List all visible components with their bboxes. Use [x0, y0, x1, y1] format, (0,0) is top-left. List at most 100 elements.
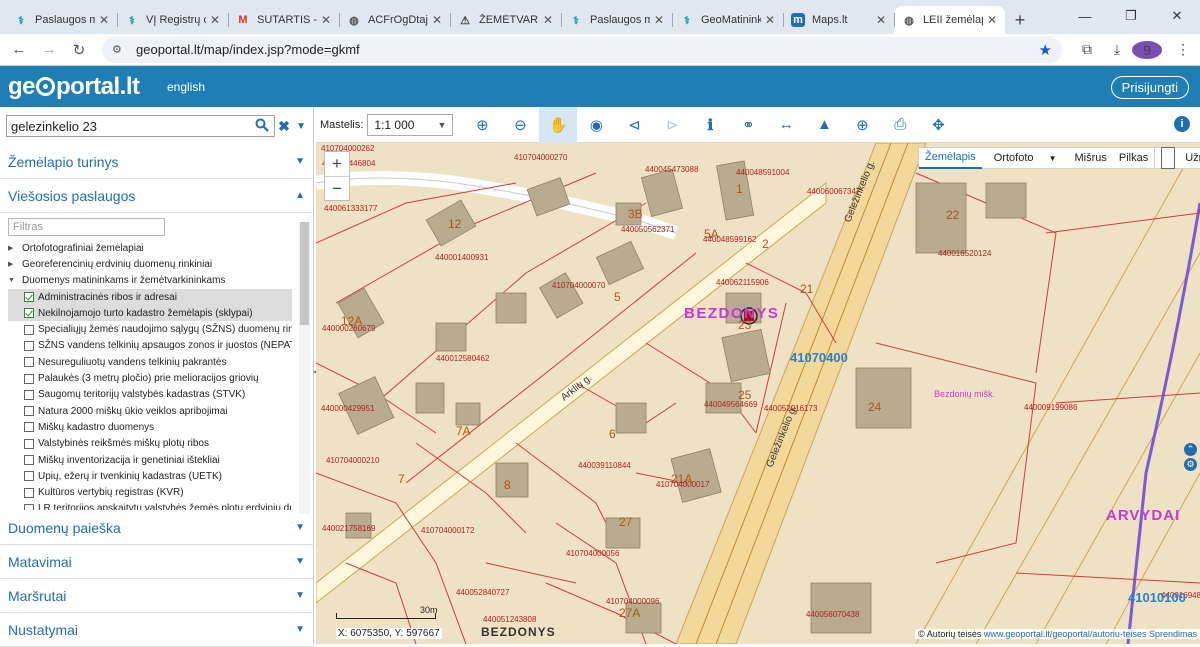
tree-scrollbar[interactable] — [299, 222, 310, 514]
profile-avatar[interactable]: 9 — [1132, 40, 1162, 59]
info-icon[interactable]: ℹ — [691, 107, 729, 143]
search-options-icon[interactable]: ▼ — [296, 121, 306, 132]
layer-tree-item[interactable]: Specialiųjų žemės naudojimo sąlygų (SŽNS… — [8, 321, 292, 337]
browser-tab[interactable]: ⚕ Paslaugos m ✕ — [561, 6, 672, 34]
layer-tree-item[interactable]: SŽNS vandens telkinių apsaugos zonos ir … — [8, 338, 292, 354]
back-icon[interactable]: ← — [4, 36, 34, 64]
globe-icon[interactable]: ◉ — [577, 107, 615, 143]
layer-checkbox[interactable] — [24, 308, 34, 319]
maximize-icon[interactable]: ❐ — [1108, 0, 1154, 32]
side-control-settings-icon[interactable]: ⚙ — [1184, 458, 1197, 471]
expanded-caret-icon[interactable]: ▼ — [8, 277, 22, 284]
print-icon[interactable]: ⎙ — [881, 107, 919, 143]
layer-tree-item[interactable]: Nekilnojamojo turto kadastro žemėlapis (… — [8, 305, 292, 322]
browser-tab[interactable]: ◍ LEII žemėlapi ✕ — [894, 6, 1005, 34]
close-tab-icon[interactable]: ✕ — [321, 13, 331, 27]
layer-tree-item[interactable]: Natura 2000 miškų ūkio veiklos apribojim… — [8, 403, 292, 419]
browser-tab[interactable]: ⚠ ŽEMĖTVARKC ✕ — [450, 6, 561, 34]
map-zoom-in-button[interactable]: + — [325, 152, 349, 176]
geoportal-logo[interactable]: ge portal.lt — [8, 73, 140, 101]
attribution-link-2[interactable]: Sprendimas — [1149, 629, 1197, 639]
pan-hand-icon[interactable]: ✋ — [539, 106, 578, 143]
browser-tab[interactable]: M SUTARTIS - g ✕ — [228, 6, 339, 34]
panel-section-header[interactable]: Nustatymai ▼ — [0, 613, 314, 647]
layer-checkbox[interactable] — [24, 455, 34, 465]
menu-dots-icon[interactable]: ⋮ — [1168, 41, 1198, 58]
close-tab-icon[interactable]: ✕ — [210, 13, 220, 27]
layer-tree-item[interactable]: Saugomų teritorijų valstybės kadastras (… — [8, 387, 292, 403]
panel-section-header[interactable]: Žemėlapio turinys ▼ — [0, 145, 314, 179]
layer-tree-item[interactable]: ▶ Ortofotografiniai žemėlapiai — [8, 240, 292, 256]
layer-tree-item[interactable]: Miškų kadastro duomenys — [8, 419, 292, 435]
layer-checkbox[interactable] — [24, 292, 34, 303]
layer-tree-item[interactable]: ▶ Georeferencinių erdvinių duomenų rinkin… — [8, 256, 292, 272]
layer-tree-item[interactable]: Miškų inventorizacija ir genetiniai ište… — [8, 452, 292, 468]
search-input[interactable]: gelezinkelio 23 — [6, 115, 276, 137]
minimize-icon[interactable]: — — [1062, 0, 1108, 32]
forward-icon[interactable]: ⊳ — [653, 107, 691, 143]
layer-checkbox[interactable] — [24, 422, 34, 433]
layer-checkbox[interactable] — [24, 357, 34, 368]
download-icon[interactable]: ⤓ — [1102, 41, 1132, 58]
close-tab-icon[interactable]: ✕ — [876, 13, 886, 27]
layer-checkbox[interactable] — [24, 324, 34, 335]
layer-checkbox[interactable] — [24, 471, 34, 482]
layer-checkbox[interactable] — [24, 340, 34, 351]
zoom-in-icon[interactable]: ⊕ — [463, 107, 501, 143]
reload-icon[interactable]: ↻ — [64, 36, 94, 64]
panel-section-header[interactable]: Matavimai ▼ — [0, 545, 314, 579]
link-icon[interactable]: ⚭ — [729, 107, 767, 143]
attribution-link[interactable]: www.geoportal.lt/geoportal/autoriu-teise… — [984, 629, 1147, 639]
layer-tree-item[interactable]: ▼ Duomenys matininkams ir žemėtvarkininka… — [8, 273, 292, 289]
collapsed-caret-icon[interactable]: ▶ — [8, 244, 22, 252]
browser-tab[interactable]: ⚕ VĮ Registrų c ✕ — [117, 6, 228, 34]
layer-tree-item[interactable]: Administracinės ribos ir adresai — [8, 288, 292, 306]
layer-option-ortofoto[interactable]: Ortofoto ▼ — [982, 147, 1069, 169]
help-info-icon[interactable]: i — [1174, 116, 1190, 132]
panel-section-header[interactable]: Viešosios paslaugos ▲ — [0, 179, 314, 213]
url-field[interactable]: ⚙ geoportal.lt/map/index.jsp?mode=gkmf ★ — [102, 36, 1062, 63]
layer-checkbox[interactable] — [24, 438, 34, 449]
scale-select[interactable]: 1:1 000 ▼ — [367, 113, 454, 136]
layer-option-misrus[interactable]: Mišrus — [1068, 147, 1112, 169]
zoom-out-icon[interactable]: ⊖ — [501, 107, 539, 143]
site-info-icon[interactable]: ⚙ — [112, 43, 128, 56]
login-button[interactable]: Prisijungti — [1110, 76, 1189, 99]
extensions-icon[interactable]: ⧉ — [1072, 41, 1102, 58]
labels-toggle[interactable]: Užrašai — [1154, 147, 1200, 169]
browser-tab[interactable]: m Maps.lt ✕ — [783, 6, 894, 34]
labels-checkbox[interactable] — [1161, 147, 1176, 169]
close-tab-icon[interactable]: ✕ — [432, 13, 442, 27]
layer-checkbox[interactable] — [24, 503, 34, 510]
close-window-icon[interactable]: ✕ — [1154, 0, 1200, 32]
layer-tree-item[interactable]: Kultūros vertybių registras (KVR) — [8, 484, 292, 500]
browser-tab[interactable]: ◍ ACFrOgDtajk ✕ — [339, 6, 450, 34]
profile-icon[interactable]: ▲ — [805, 107, 843, 143]
collapsed-caret-icon[interactable]: ▶ — [8, 260, 22, 268]
layer-checkbox[interactable] — [24, 389, 34, 400]
close-tab-icon[interactable]: ✕ — [987, 13, 997, 27]
browser-tab[interactable]: ⚕ GeoMatininka ✕ — [672, 6, 783, 34]
close-tab-icon[interactable]: ✕ — [543, 13, 553, 27]
filter-input[interactable]: Filtras — [8, 218, 165, 236]
clear-search-icon[interactable]: ✖ — [278, 118, 292, 135]
map-canvas[interactable]: 1 2 3B 5A 12 5 21 22 23 12A 25 24 7A 6 7 8 21A 27 27A 41070… — [316, 143, 1200, 644]
map-zoom-out-button[interactable]: − — [325, 176, 349, 200]
search-icon[interactable] — [255, 118, 269, 135]
close-tab-icon[interactable]: ✕ — [99, 13, 109, 27]
layer-tree-item[interactable]: Upių, ežerų ir tvenkinių kadastras (UETK… — [8, 468, 292, 484]
new-tab-button[interactable]: + — [1005, 6, 1035, 34]
close-tab-icon[interactable]: ✕ — [654, 13, 664, 27]
close-tab-icon[interactable]: ✕ — [765, 13, 775, 27]
forward-icon[interactable]: → — [34, 36, 64, 64]
bookmark-star-icon[interactable]: ★ — [1039, 41, 1052, 59]
layer-option-pilkas[interactable]: Pilkas — [1113, 147, 1154, 169]
panel-section-header[interactable]: Duomenų paieška ▼ — [0, 511, 314, 545]
language-link[interactable]: english — [167, 80, 205, 94]
layer-checkbox[interactable] — [24, 373, 34, 384]
layer-tree-item[interactable]: Nesureguliuotų vandens telkinių pakrantė… — [8, 354, 292, 370]
layer-checkbox[interactable] — [24, 406, 34, 417]
move-icon[interactable]: ✥ — [919, 107, 957, 143]
measure-icon[interactable]: ↔ — [767, 107, 805, 143]
panel-section-header[interactable]: Maršrutai ▼ — [0, 579, 314, 613]
